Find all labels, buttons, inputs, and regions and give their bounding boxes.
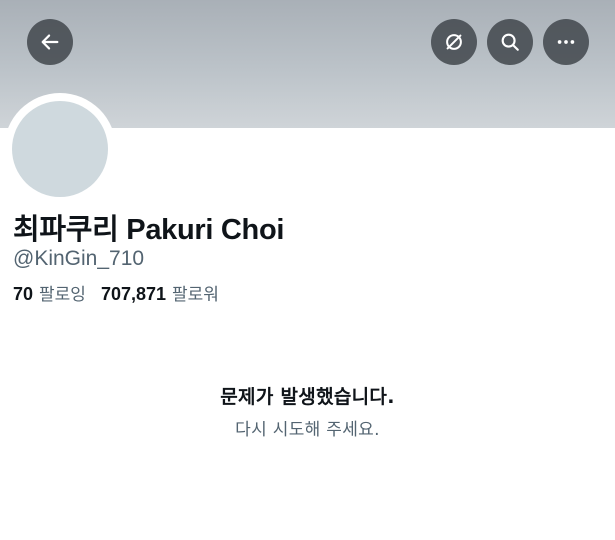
arrow-left-icon: [41, 34, 59, 50]
error-title: 문제가 발생했습니다.: [220, 386, 395, 408]
profile-page: 최파쿠리 Pakuri Choi @KinGin_710 70 팔로잉 707,…: [0, 0, 615, 540]
back-button[interactable]: [27, 19, 73, 65]
following-link[interactable]: 70 팔로잉: [13, 280, 86, 305]
error-subtitle: 다시 시도해 주세요.: [235, 420, 380, 440]
translate-off-icon: [446, 34, 462, 50]
followers-count: 707,871: [100, 284, 167, 304]
error-message: 문제가 발생했습니다. 다시 시도해 주세요.: [0, 382, 615, 440]
followers-link[interactable]: 707,871 팔로워: [101, 280, 219, 305]
following-label: 팔로잉: [39, 285, 86, 304]
follow-stats: 70 팔로잉 707,871 팔로워: [13, 280, 219, 305]
following-count: 70: [13, 284, 34, 304]
avatar[interactable]: [12, 101, 108, 197]
username-handle: @KinGin_710: [13, 247, 145, 270]
translate-off-button[interactable]: [431, 19, 477, 65]
search-icon: [501, 33, 519, 51]
followers-label: 팔로워: [172, 285, 219, 304]
more-horizontal-icon: [557, 40, 575, 44]
search-button[interactable]: [487, 19, 533, 65]
display-name: 최파쿠리 Pakuri Choi: [13, 214, 285, 246]
more-button[interactable]: [543, 19, 589, 65]
